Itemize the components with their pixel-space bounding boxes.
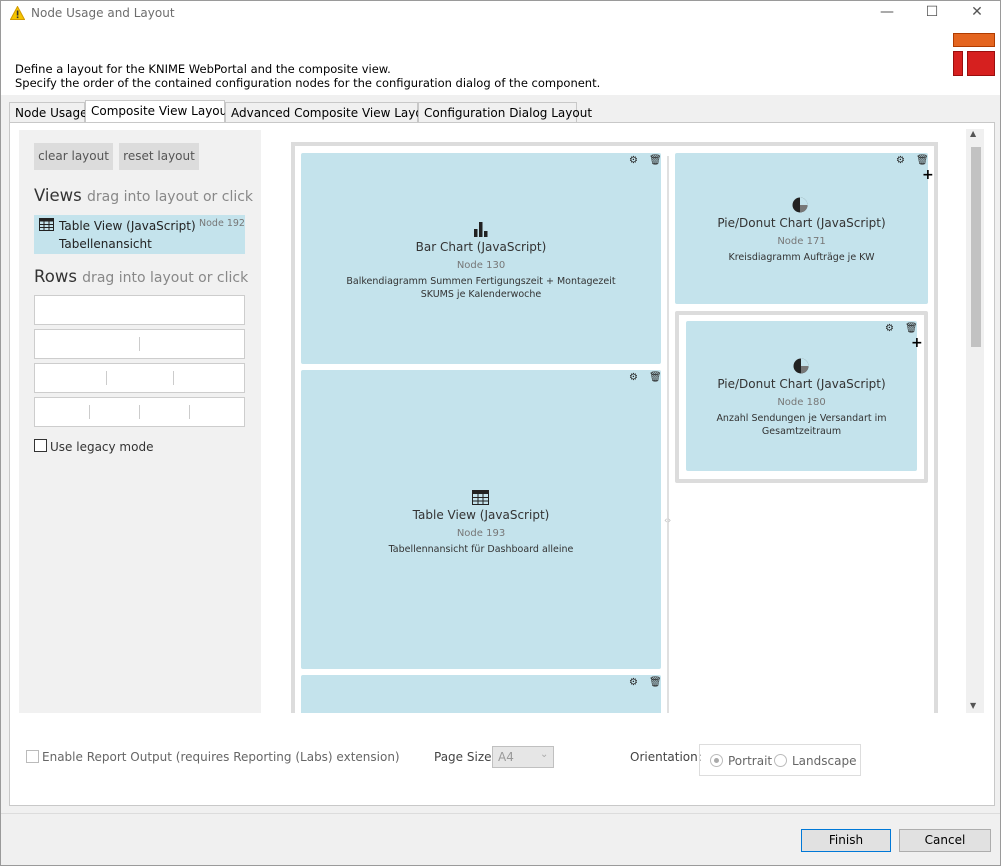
card-title: Pie/Donut Chart (JavaScript) [717, 377, 886, 391]
card-node: Node 180 [777, 397, 826, 408]
table-icon [39, 218, 54, 231]
landscape-radio[interactable] [774, 754, 787, 767]
legacy-mode-label: Use legacy mode [50, 440, 154, 454]
settings-icon[interactable]: ⚙ [629, 155, 638, 166]
page-size-label: Page Size: [434, 750, 496, 764]
settings-icon[interactable]: ⚙ [885, 323, 894, 334]
tab-composite-view-layout[interactable]: Composite View Layout [85, 100, 232, 123]
dialog-header: Define a layout for the KNIME WebPortal … [1, 25, 1000, 95]
card-node: Node 130 [456, 260, 506, 271]
chevron-down-icon: ⌄ [540, 749, 549, 760]
scroll-down-icon[interactable]: ▼ [970, 701, 976, 710]
legacy-mode-checkbox[interactable] [34, 439, 47, 452]
view-item-title: Table View (JavaScript) [59, 219, 196, 233]
trash-icon[interactable]: 🗑 [916, 155, 929, 166]
add-column-icon[interactable]: + [922, 167, 934, 183]
view-item-node: Node 192 [199, 218, 245, 229]
cancel-button[interactable]: Cancel [899, 829, 991, 852]
card-node: Node 171 [777, 236, 826, 247]
portrait-label: Portrait [728, 754, 773, 768]
finish-button[interactable]: Finish [801, 829, 891, 852]
dialog-window: Node Usage and Layout — ☐ ✕ Define a lay… [0, 0, 1001, 866]
row-template-4-columns[interactable] [34, 397, 245, 427]
orientation-group: Portrait Landscape [699, 744, 861, 776]
pie-chart-icon [792, 197, 808, 213]
card-description: Anzahl Sendungen je Versandart im Gesamt… [716, 413, 887, 437]
add-column-icon[interactable]: + [911, 335, 923, 351]
header-description-line1: Define a layout for the KNIME WebPortal … [15, 62, 391, 76]
page-size-select[interactable]: A4 ⌄ [492, 746, 554, 768]
warning-icon [10, 6, 25, 20]
layout-sidebar: clear layout reset layout Views drag int… [19, 130, 261, 713]
portrait-radio[interactable] [710, 754, 723, 767]
card-node: Node 193 [456, 528, 506, 539]
settings-icon[interactable]: ⚙ [629, 372, 638, 383]
table-icon [472, 490, 489, 505]
trash-icon[interactable]: 🗑 [649, 372, 662, 383]
page-size-value: A4 [498, 750, 514, 764]
tab-configuration-dialog-layout[interactable]: Configuration Dialog Layout [418, 102, 592, 122]
tab-advanced-composite-view-layout[interactable]: Advanced Composite View Layout [225, 102, 435, 122]
layout-card-pie-chart-2[interactable]: ⚙ 🗑 Pie/Donut Chart (JavaScript) Node 18… [686, 321, 918, 471]
composite-view-layout-panel: clear layout reset layout Views drag int… [9, 122, 995, 806]
card-title: Table View (JavaScript) [412, 508, 550, 522]
column-resize-handle[interactable]: ‹› [664, 516, 671, 526]
report-output-label: Enable Report Output (requires Reporting… [42, 750, 400, 764]
title-bar: Node Usage and Layout — ☐ ✕ [1, 1, 1000, 25]
layout-logo-icon [953, 33, 995, 76]
layout-card-bar-chart[interactable]: ⚙ 🗑 Bar Chart (JavaScript) Node 130 Balk… [301, 153, 662, 364]
close-button[interactable]: ✕ [957, 3, 997, 23]
views-hint: drag into layout or click [87, 189, 254, 205]
row-template-3-columns[interactable] [34, 363, 245, 393]
bar-chart-icon [474, 222, 488, 237]
layout-card-partial[interactable]: ⚙ 🗑 [301, 675, 662, 713]
column-divider [667, 156, 669, 713]
reset-layout-button[interactable]: reset layout [119, 143, 199, 170]
card-description: Kreisdiagramm Aufträge je KW [728, 252, 875, 263]
layout-card-pie-chart-1[interactable]: ⚙ 🗑 Pie/Donut Chart (JavaScript) Node 17… [675, 153, 929, 304]
card-description: Balkendiagramm Summen Fertigungszeit + M… [346, 276, 616, 300]
rows-section-title: Rows drag into layout or click [34, 267, 248, 286]
settings-icon[interactable]: ⚙ [896, 155, 905, 166]
views-title: Views [34, 186, 82, 205]
trash-icon[interactable]: 🗑 [649, 155, 662, 166]
footer-separator [1, 813, 1000, 814]
rows-title: Rows [34, 267, 77, 286]
layout-editor-canvas: ‹› ⚙ 🗑 Bar Chart (JavaScript) Node 130 B… [291, 142, 938, 713]
trash-icon[interactable]: 🗑 [905, 323, 918, 334]
layout-card-table-view[interactable]: ⚙ 🗑 Table View (JavaScript) Node 193 Tab… [301, 370, 662, 669]
trash-icon[interactable]: 🗑 [649, 677, 662, 688]
row-template-1-column[interactable] [34, 295, 245, 325]
landscape-label: Landscape [792, 754, 857, 768]
rows-hint: drag into layout or click [82, 270, 249, 286]
settings-icon[interactable]: ⚙ [629, 677, 638, 688]
scrollbar-thumb[interactable] [971, 147, 981, 347]
row-template-2-columns[interactable] [34, 329, 245, 359]
scroll-up-icon[interactable]: ▲ [970, 129, 976, 138]
card-title: Bar Chart (JavaScript) [415, 240, 547, 254]
tab-node-usage[interactable]: Node Usage [9, 102, 88, 122]
minimize-button[interactable]: — [867, 3, 907, 23]
window-title: Node Usage and Layout [31, 6, 175, 20]
view-item-subtitle: Tabellenansicht [59, 237, 152, 251]
card-description: Tabellennansicht für Dashboard alleine [388, 544, 574, 555]
clear-layout-button[interactable]: clear layout [34, 143, 113, 170]
header-description-line2: Specify the order of the contained confi… [15, 76, 601, 90]
vertical-scrollbar[interactable]: ▲ ▼ [966, 129, 984, 713]
maximize-button[interactable]: ☐ [912, 3, 952, 23]
orientation-label: Orientation: [630, 750, 702, 764]
view-item-table-view[interactable]: Table View (JavaScript) Node 192 Tabelle… [34, 215, 245, 254]
pie-chart-icon [793, 358, 809, 374]
card-title: Pie/Donut Chart (JavaScript) [717, 216, 886, 230]
report-output-checkbox[interactable] [26, 750, 39, 763]
views-section-title: Views drag into layout or click [34, 186, 253, 205]
